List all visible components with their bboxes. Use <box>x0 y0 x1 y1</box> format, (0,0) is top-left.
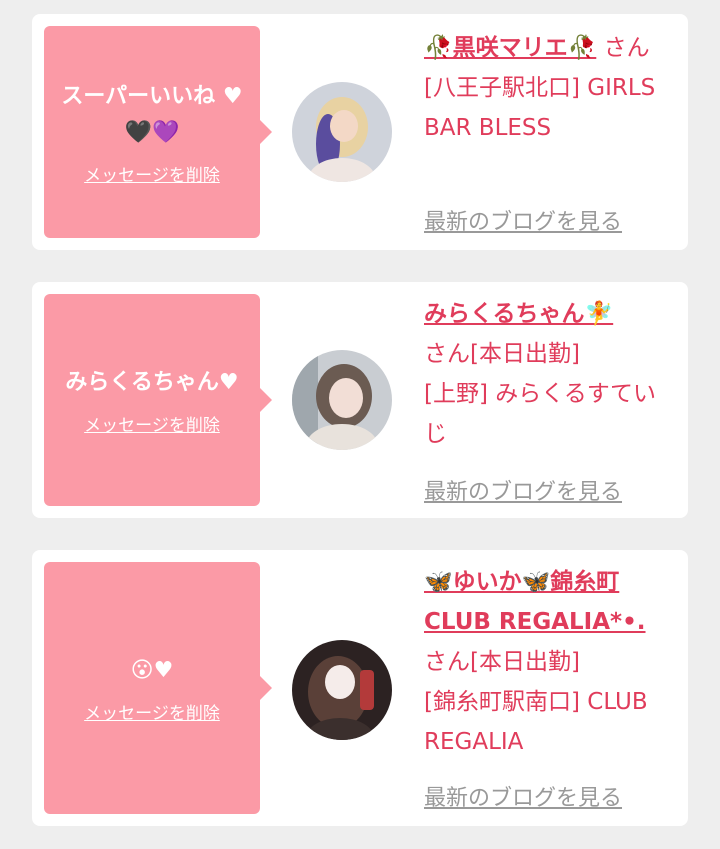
message-card: 😮♥ メッセージを削除 🦋ゆいか🦋錦糸町CLUB REGALIA*•. さん[本… <box>32 550 688 826</box>
sender-name-link[interactable]: 🥀黒咲マリエ🥀 <box>424 35 596 61</box>
name-suffix: さん[本日出勤] <box>424 341 580 367</box>
message-card: スーパーいいね ♥ 🖤💜 メッセージを削除 🥀黒咲マリエ🥀 さん [八王子駅北口… <box>32 14 688 250</box>
avatar[interactable] <box>292 350 392 450</box>
shop-label: [錦糸町駅南口] CLUB REGALIA <box>424 689 648 755</box>
shop-label: [上野] みらくるすていじ <box>424 381 657 447</box>
latest-blog-link[interactable]: 最新のブログを見る <box>424 474 622 506</box>
delete-message-link[interactable]: メッセージを削除 <box>84 161 220 186</box>
delete-message-link[interactable]: メッセージを削除 <box>84 699 220 724</box>
sender-info: 🦋ゆいか🦋錦糸町CLUB REGALIA*•. さん[本日出勤] [錦糸町駅南口… <box>424 562 674 762</box>
sender-name-link[interactable]: 🦋ゆいか🦋錦糸町CLUB REGALIA*•. <box>424 569 646 635</box>
message-list: スーパーいいね ♥ 🖤💜 メッセージを削除 🥀黒咲マリエ🥀 さん [八王子駅北口… <box>0 0 720 849</box>
message-card: みらくるちゃん♥ メッセージを削除 みらくるちゃん🧚 さん[本日出勤] [上野]… <box>32 282 688 518</box>
sender-info: 🥀黒咲マリエ🥀 さん [八王子駅北口] GIRLS BAR BLESS <box>424 28 674 148</box>
message-text: 😮♥ <box>130 657 174 683</box>
delete-message-link[interactable]: メッセージを削除 <box>84 411 220 436</box>
message-text: みらくるちゃん♥ <box>65 369 239 395</box>
sender-info: みらくるちゃん🧚 さん[本日出勤] [上野] みらくるすていじ <box>424 294 674 454</box>
message-bubble: スーパーいいね ♥ 🖤💜 メッセージを削除 <box>44 26 272 238</box>
message-bubble: みらくるちゃん♥ メッセージを削除 <box>44 294 272 506</box>
message-text: スーパーいいね ♥ 🖤💜 <box>61 83 243 145</box>
name-suffix: さん[本日出勤] <box>424 649 580 675</box>
avatar[interactable] <box>292 640 392 740</box>
message-bubble: 😮♥ メッセージを削除 <box>44 562 272 814</box>
shop-label: [八王子駅北口] GIRLS BAR BLESS <box>424 75 656 141</box>
latest-blog-link[interactable]: 最新のブログを見る <box>424 204 622 236</box>
avatar[interactable] <box>292 82 392 182</box>
name-suffix: さん <box>603 35 650 61</box>
latest-blog-link[interactable]: 最新のブログを見る <box>424 780 622 812</box>
sender-name-link[interactable]: みらくるちゃん🧚 <box>424 301 613 327</box>
